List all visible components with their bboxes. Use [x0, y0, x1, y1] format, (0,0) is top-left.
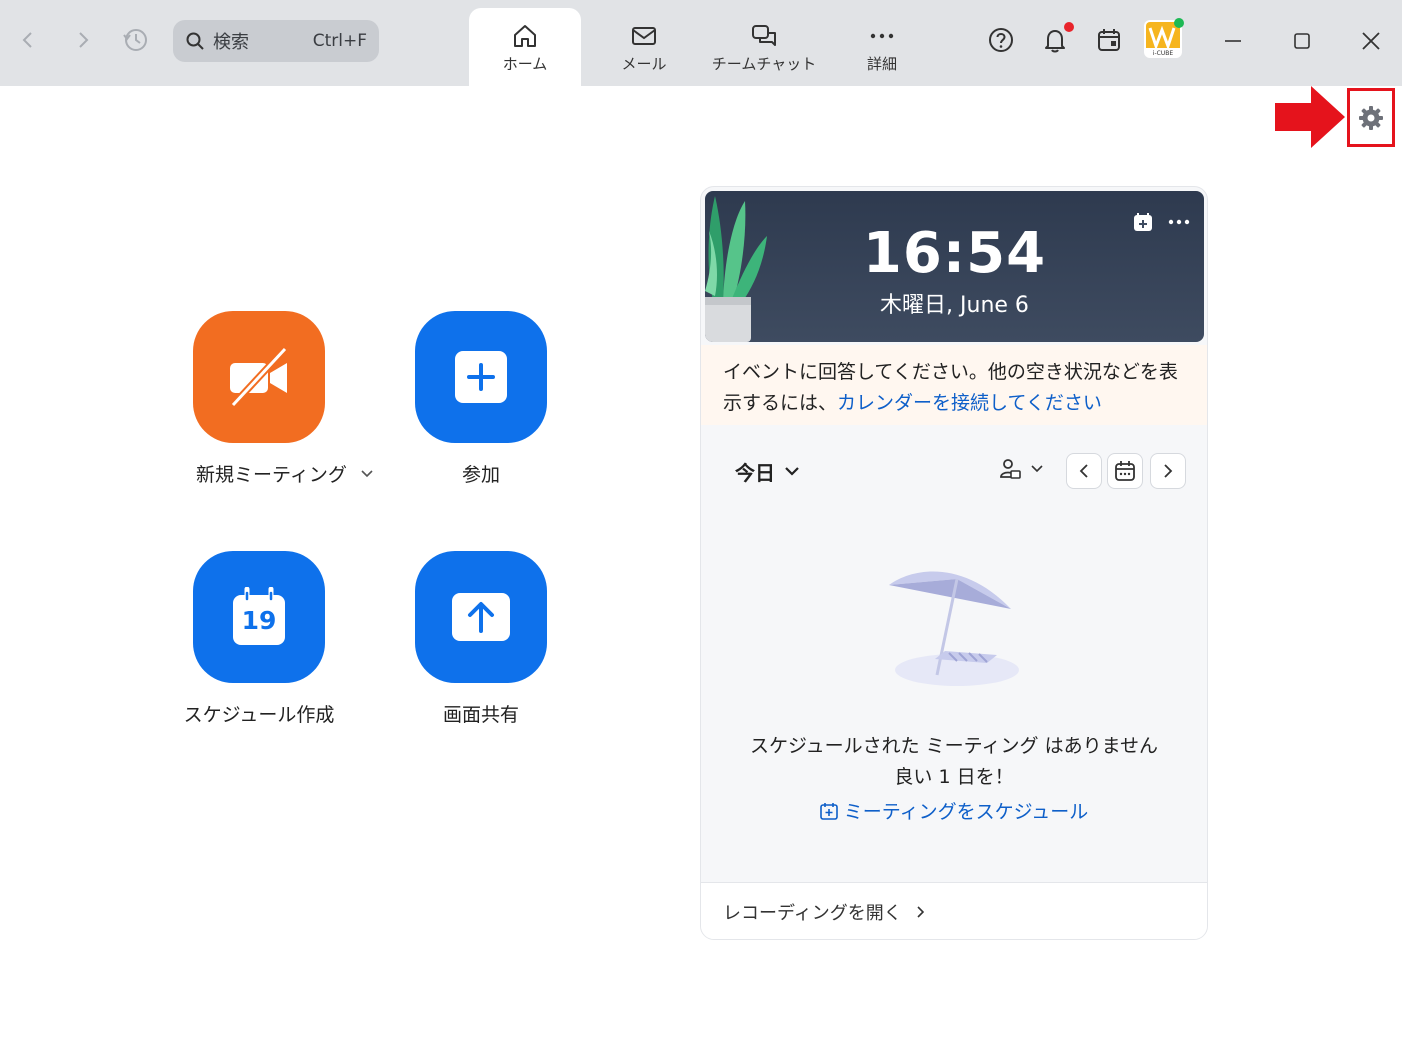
schedule-label: スケジュール作成	[183, 704, 335, 726]
share-screen-button[interactable]	[415, 551, 547, 683]
annotation-arrow-icon	[1275, 86, 1345, 148]
schedule-button[interactable]: 19	[193, 551, 325, 683]
more-icon	[1168, 219, 1190, 225]
notification-dot	[1064, 22, 1074, 32]
history-icon	[123, 29, 147, 51]
new-meeting-label-row: 新規ミーティング	[196, 460, 373, 487]
no-meetings-text: スケジュールされた ミーティング はありません	[749, 735, 1159, 757]
tab-team-chat[interactable]: チームチャット	[705, 8, 823, 86]
chevron-down-icon[interactable]	[361, 469, 373, 478]
maximize-button[interactable]	[1285, 24, 1319, 58]
calendar-button[interactable]	[1091, 22, 1127, 58]
calendar-icon	[1115, 461, 1135, 481]
beach-umbrella-illustration-icon	[889, 571, 1019, 686]
svg-text:i-CUBE: i-CUBE	[1153, 50, 1174, 56]
have-a-good-day-text: 良い 1 日を！	[894, 766, 1014, 788]
open-recordings-label: レコーディングを開く	[723, 903, 902, 924]
chevron-left-icon	[1079, 464, 1088, 478]
clock-card: 16:54 木曜日, June 6	[705, 191, 1204, 342]
schedule-day-number: 19	[241, 606, 277, 635]
open-recordings-link[interactable]: レコーディングを開く	[701, 882, 1207, 939]
chevron-left-icon	[22, 32, 32, 48]
close-icon	[1362, 32, 1380, 50]
maximize-icon	[1294, 33, 1310, 49]
chat-icon	[752, 24, 776, 46]
share-screen-label: 画面共有	[442, 704, 519, 726]
join-button[interactable]	[415, 311, 547, 443]
today-label: 今日	[735, 461, 775, 485]
minimize-icon	[1225, 40, 1241, 42]
search-input[interactable]: 検索 Ctrl+F	[173, 20, 379, 62]
search-placeholder: 検索	[213, 32, 249, 53]
connect-calendar-link[interactable]: カレンダーを接続してください	[837, 392, 1102, 414]
chevron-right-icon	[79, 32, 89, 48]
more-icon	[870, 33, 894, 38]
title-bar: 検索 Ctrl+F ホーム メール チームチャット 詳細 i-CUBE	[0, 0, 1402, 86]
new-meeting-button[interactable]	[193, 311, 325, 443]
history-button[interactable]	[120, 24, 152, 56]
gear-icon	[1359, 105, 1383, 130]
plus-icon	[455, 351, 507, 403]
arrow-up-icon	[452, 593, 510, 641]
home-icon	[514, 24, 536, 47]
next-day-button[interactable]	[1150, 453, 1186, 489]
tab-home-label: ホーム	[502, 54, 548, 73]
new-meeting-label: 新規ミーティング	[196, 464, 347, 486]
avatar-logo-icon: i-CUBE	[1146, 22, 1180, 56]
chevron-down-icon	[785, 467, 799, 476]
help-button[interactable]	[983, 22, 1019, 58]
search-shortcut: Ctrl+F	[312, 31, 367, 51]
tab-mail[interactable]: メール	[594, 8, 694, 86]
people-filter-icon	[1000, 459, 1021, 479]
chevron-right-icon	[917, 906, 924, 918]
forward-button[interactable]	[67, 24, 99, 56]
calendar-add-icon	[819, 802, 838, 820]
settings-button[interactable]	[1347, 88, 1395, 147]
tab-team-chat-label: チームチャット	[711, 54, 817, 73]
avatar[interactable]: i-CUBE	[1144, 18, 1184, 58]
calendar-filter-button[interactable]	[999, 457, 1043, 481]
add-calendar-button[interactable]	[1130, 209, 1156, 235]
tab-mail-label: メール	[621, 54, 667, 73]
tab-more-label: 詳細	[866, 54, 897, 73]
notifications-button[interactable]	[1037, 22, 1074, 58]
calendar-notice: イベントに回答してください。他の空き状況などを表示するには、カレンダーを接続して…	[701, 345, 1207, 425]
chevron-down-icon	[1031, 465, 1043, 473]
tab-home[interactable]: ホーム	[469, 8, 581, 86]
clock-more-button[interactable]	[1166, 209, 1192, 235]
calendar-panel: 16:54 木曜日, June 6 イベントに回答してください。他の空き状況など…	[700, 186, 1208, 940]
calendar-icon	[1098, 29, 1120, 51]
chevron-right-icon	[1164, 464, 1173, 478]
back-button[interactable]	[12, 24, 44, 56]
mail-icon	[632, 26, 656, 45]
join-label: 参加	[461, 464, 500, 486]
minimize-button[interactable]	[1216, 24, 1250, 58]
help-icon	[989, 28, 1013, 52]
schedule-meeting-label: ミーティングをスケジュール	[843, 801, 1089, 823]
video-off-icon	[230, 346, 288, 408]
presence-dot	[1174, 18, 1184, 28]
clock-date: 木曜日, June 6	[880, 293, 1029, 318]
date-picker-button[interactable]	[1107, 453, 1143, 489]
schedule-meeting-link[interactable]: ミーティングをスケジュール	[701, 797, 1207, 824]
calendar-add-icon	[1134, 213, 1152, 231]
tab-more[interactable]: 詳細	[842, 8, 922, 86]
today-dropdown[interactable]: 今日	[735, 457, 799, 486]
close-button[interactable]	[1354, 24, 1388, 58]
previous-day-button[interactable]	[1066, 453, 1102, 489]
search-icon	[186, 32, 204, 50]
